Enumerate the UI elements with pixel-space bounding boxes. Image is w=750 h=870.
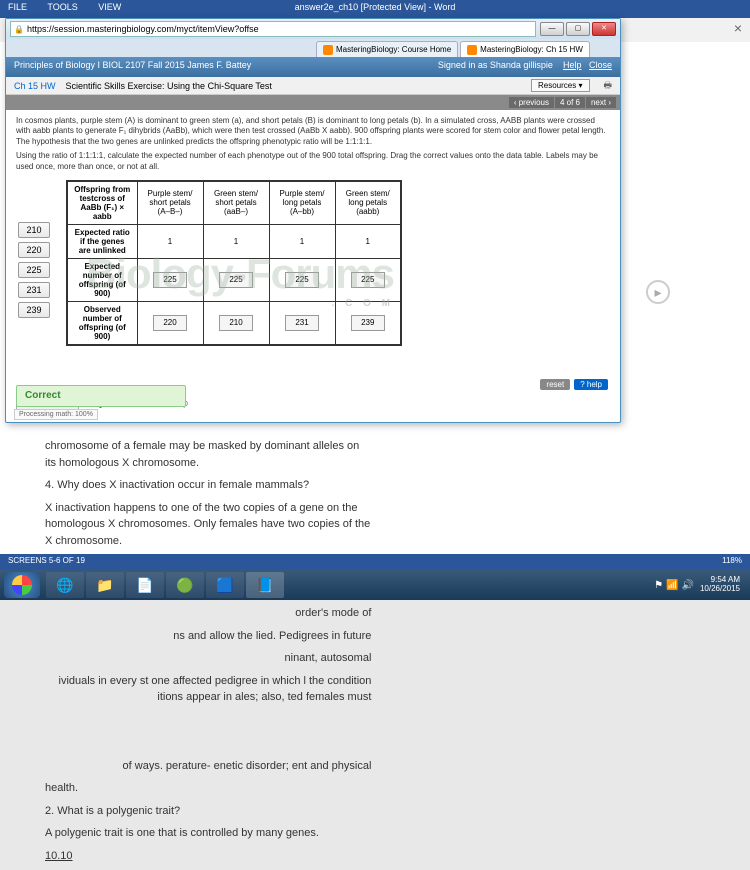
row-header-expected-ratio: Expected ratio if the genes are unlinked: [67, 224, 137, 258]
tab-label: MasteringBiology: Ch 15 HW: [480, 45, 583, 54]
doc-frag: ividuals in every st one affected pedigr…: [45, 673, 371, 706]
feedback-correct: Correct: [16, 385, 186, 407]
tray-clock[interactable]: 9:54 AM 10/26/2015: [700, 576, 740, 594]
mb-subheader: Ch 15 HW Scientific Skills Exercise: Usi…: [6, 77, 620, 95]
tab-label: MasteringBiology: Course Home: [336, 45, 451, 54]
taskbar-app-icon[interactable]: 🟦: [206, 572, 244, 598]
favicon-icon: [323, 45, 333, 55]
system-tray[interactable]: ⚑ 📶 🔊 9:54 AM 10/26/2015: [654, 576, 746, 594]
prev-item-button[interactable]: ‹ previous: [509, 97, 554, 108]
row-header-observed: Observed number of offspring (of 900): [67, 301, 137, 345]
windows-taskbar[interactable]: 🌐 📁 📄 🟢 🟦 📘 ⚑ 📶 🔊 9:54 AM 10/26/2015: [0, 570, 750, 600]
taskbar-app-icon[interactable]: 📄: [126, 572, 164, 598]
table-corner-head: Offspring from testcross of AaBb (F₁) × …: [67, 181, 137, 225]
problem-intro-text: In cosmos plants, purple stem (A) is dom…: [16, 116, 610, 147]
taskbar-ie-icon[interactable]: 🌐: [46, 572, 84, 598]
drop-target[interactable]: 225: [335, 258, 401, 301]
drop-target[interactable]: 225: [269, 258, 335, 301]
ie-window: 🔒 https://session.masteringbiology.com/m…: [5, 18, 621, 423]
phenotype-data-table: Offspring from testcross of AaBb (F₁) × …: [66, 180, 402, 346]
doc-frag: ns and allow the lied. Pedigrees in futu…: [45, 628, 371, 645]
value-chip[interactable]: 231: [18, 282, 50, 298]
word-view-tab[interactable]: VIEW: [98, 2, 121, 12]
close-button[interactable]: ✕: [592, 22, 616, 36]
close-link[interactable]: Close: [589, 60, 612, 70]
mb-course-header: Principles of Biology I BIOL 2107 Fall 2…: [6, 57, 620, 77]
windows-orb-icon: [12, 575, 32, 595]
taskbar-word-icon[interactable]: 📘: [246, 572, 284, 598]
col-header: Purple stem/ short petals (A–B–): [137, 181, 203, 225]
table-cell: 1: [335, 224, 401, 258]
browser-tab-course-home[interactable]: MasteringBiology: Course Home: [316, 41, 458, 57]
doc-left-p1: chromosome of a female may be masked by …: [45, 438, 371, 471]
maximize-button[interactable]: ▢: [566, 22, 590, 36]
drop-target[interactable]: 220: [137, 301, 203, 345]
draggable-value-bank: 210 220 225 231 239: [18, 222, 50, 318]
doc-right-section: 10.10: [45, 848, 371, 865]
tray-volume-icon[interactable]: 🔊: [682, 580, 694, 591]
mathjax-status: Processing math: 100%: [14, 409, 98, 420]
ie-titlebar[interactable]: 🔒 https://session.masteringbiology.com/m…: [6, 19, 620, 39]
value-chip[interactable]: 239: [18, 302, 50, 318]
next-item-button[interactable]: next ›: [586, 97, 616, 108]
word-window-title: answer2e_ch10 [Protected View] - Word: [293, 0, 458, 14]
table-cell: 1: [269, 224, 335, 258]
doc-frag: ninant, autosomal: [45, 650, 371, 667]
doc-frag: order's mode of: [45, 605, 371, 622]
next-page-arrow[interactable]: ▸: [646, 280, 670, 304]
word-protected-close[interactable]: ×: [734, 20, 742, 36]
print-icon[interactable]: 🖶: [604, 78, 613, 94]
browser-tab-ch15hw[interactable]: MasteringBiology: Ch 15 HW: [460, 41, 590, 57]
doc-right-question: 2. What is a polygenic trait?: [45, 803, 371, 820]
col-header: Green stem/ short petals (aaB–): [203, 181, 269, 225]
row-header-expected-number: Expected number of offspring (of 900): [67, 258, 137, 301]
tray-network-icon[interactable]: 📶: [666, 580, 678, 591]
doc-right-answer: A polygenic trait is one that is control…: [45, 825, 371, 842]
value-chip[interactable]: 220: [18, 242, 50, 258]
col-header: Purple stem/ long petals (A–bb): [269, 181, 335, 225]
help-button[interactable]: ? help: [574, 379, 608, 390]
word-status-bar: SCREENS 5-6 OF 19 118%: [0, 554, 750, 570]
table-cell: 1: [203, 224, 269, 258]
doc-left-question: 4. Why does X inactivation occur in fema…: [45, 477, 371, 494]
drop-target[interactable]: 231: [269, 301, 335, 345]
doc-right-health: health.: [45, 780, 371, 797]
table-cell: 1: [137, 224, 203, 258]
drop-target[interactable]: 239: [335, 301, 401, 345]
value-chip[interactable]: 210: [18, 222, 50, 238]
drop-target[interactable]: 225: [137, 258, 203, 301]
word-screen-counter: SCREENS 5-6 OF 19: [8, 556, 85, 568]
minimize-button[interactable]: —: [540, 22, 564, 36]
drop-target[interactable]: 225: [203, 258, 269, 301]
col-header: Green stem/ long petals (aabb): [335, 181, 401, 225]
item-counter: 4 of 6: [555, 97, 585, 108]
problem-question-text: Using the ratio of 1:1:1:1, calculate th…: [16, 151, 610, 172]
drop-target[interactable]: 210: [203, 301, 269, 345]
lock-icon: 🔒: [14, 25, 24, 34]
doc-right-p1: of ways. perature- enetic disorder; ent …: [45, 758, 371, 775]
tray-flag-icon[interactable]: ⚑: [654, 580, 663, 591]
ie-tab-strip: MasteringBiology: Course Home MasteringB…: [6, 39, 620, 57]
doc-left-p2: X inactivation happens to one of the two…: [45, 500, 371, 550]
mb-content-area: In cosmos plants, purple stem (A) is dom…: [6, 110, 620, 420]
value-chip[interactable]: 225: [18, 262, 50, 278]
taskbar-explorer-icon[interactable]: 📁: [86, 572, 124, 598]
reset-button[interactable]: reset: [540, 379, 570, 390]
resources-dropdown[interactable]: Resources ▾: [531, 79, 590, 92]
signed-in-text: Signed in as Shanda gillispie: [438, 60, 553, 70]
page-title: Scientific Skills Exercise: Using the Ch…: [66, 81, 272, 91]
word-file-tab[interactable]: FILE: [8, 2, 27, 12]
taskbar-chrome-icon[interactable]: 🟢: [166, 572, 204, 598]
ie-address-bar[interactable]: 🔒 https://session.masteringbiology.com/m…: [10, 21, 536, 37]
start-button[interactable]: [4, 572, 40, 598]
ie-url-text: https://session.masteringbiology.com/myc…: [27, 24, 259, 34]
course-title: Principles of Biology I BIOL 2107 Fall 2…: [14, 60, 251, 74]
word-tools-tab[interactable]: TOOLS: [47, 2, 77, 12]
word-zoom[interactable]: 118%: [722, 556, 742, 568]
mb-item-nav: ‹ previous 4 of 6 next ›: [6, 95, 620, 110]
breadcrumb-link[interactable]: Ch 15 HW: [14, 81, 56, 91]
help-link[interactable]: Help: [563, 60, 582, 70]
favicon-icon: [467, 45, 477, 55]
